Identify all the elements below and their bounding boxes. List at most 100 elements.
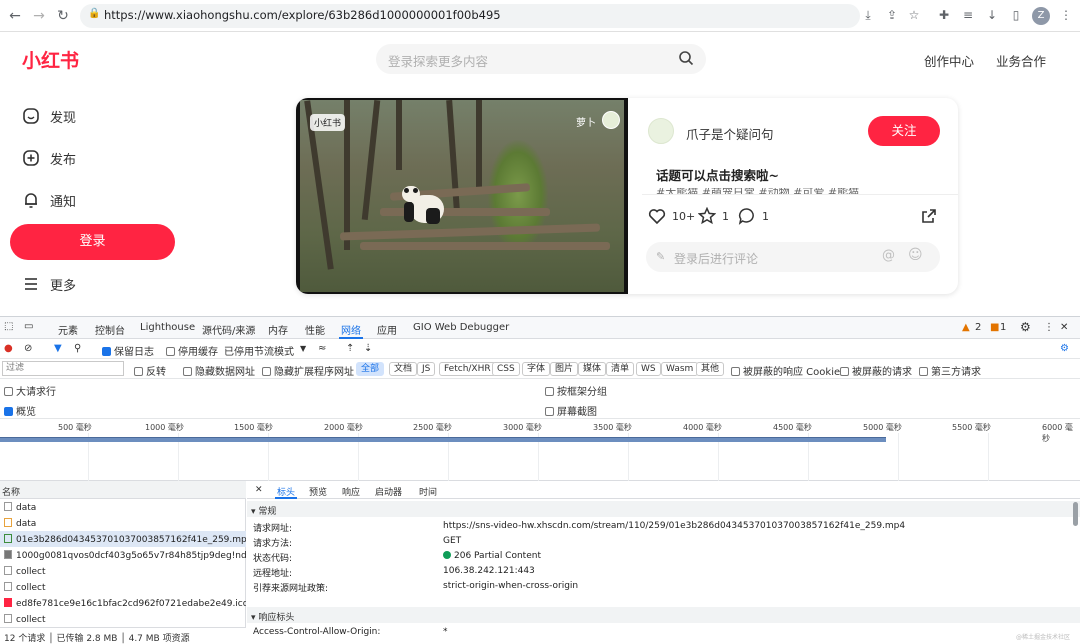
third-party-checkbox[interactable]: 第三方请求 bbox=[919, 363, 981, 378]
type-filter-font[interactable]: 字体 bbox=[522, 362, 551, 376]
search-icon[interactable]: ⚲ bbox=[74, 343, 81, 354]
comment-icon[interactable] bbox=[738, 207, 756, 225]
type-filter-ws[interactable]: WS bbox=[636, 362, 661, 376]
response-headers-section-header[interactable]: ▾ 响应标头 bbox=[247, 607, 1080, 623]
preserve-log-checkbox[interactable]: 保留日志 bbox=[102, 343, 154, 358]
blocked-requests-checkbox[interactable]: 被屏蔽的请求 bbox=[840, 363, 912, 378]
close-detail-icon[interactable]: ✕ bbox=[255, 485, 263, 495]
tab-lighthouse[interactable]: Lighthouse bbox=[140, 322, 195, 333]
tab-network[interactable]: 网络 bbox=[341, 322, 361, 337]
sidebar-item-publish[interactable]: 发布 bbox=[22, 146, 162, 170]
emoji-icon[interactable]: ☺ bbox=[908, 247, 923, 263]
sidebar-item-more[interactable]: 更多 bbox=[22, 272, 162, 296]
extensions-icon[interactable]: ✚ bbox=[936, 7, 952, 23]
download-icon[interactable]: ⇣ bbox=[364, 343, 372, 354]
more-options-icon[interactable]: ⋮ bbox=[1044, 322, 1054, 333]
menu-icon[interactable]: ⋮ bbox=[1058, 7, 1074, 23]
record-icon[interactable]: ● bbox=[4, 343, 13, 354]
screenshots-checkbox[interactable]: 屏幕截图 bbox=[545, 403, 597, 418]
request-row[interactable]: collect bbox=[0, 579, 246, 595]
tab-performance[interactable]: 性能 bbox=[305, 322, 325, 337]
hide-extension-urls-checkbox[interactable]: 隐藏扩展程序网址 bbox=[262, 363, 354, 378]
settings-gear-icon[interactable]: ⚙ bbox=[1020, 320, 1031, 334]
invert-checkbox[interactable]: 反转 bbox=[134, 363, 166, 378]
search-input[interactable]: 登录探索更多内容 bbox=[376, 44, 706, 74]
type-filter-media[interactable]: 媒体 bbox=[578, 362, 607, 376]
share-icon[interactable] bbox=[920, 207, 938, 225]
issue-icon[interactable]: ■ bbox=[990, 322, 999, 333]
reload-icon[interactable]: ↻ bbox=[54, 7, 72, 25]
group-by-frame-checkbox[interactable]: 按框架分组 bbox=[545, 383, 607, 398]
inspect-icon[interactable]: ⬚ bbox=[4, 321, 13, 332]
address-bar[interactable]: 🔒 https://www.xiaohongshu.com/explore/63… bbox=[80, 4, 860, 28]
business-link[interactable]: 业务合作 bbox=[996, 51, 1046, 70]
type-filter-css[interactable]: CSS bbox=[492, 362, 520, 376]
creator-center-link[interactable]: 创作中心 bbox=[924, 51, 974, 70]
tab-initiator[interactable]: 启动器 bbox=[375, 485, 402, 498]
wifi-icon[interactable]: ≈ bbox=[318, 343, 326, 354]
type-filter-js[interactable]: JS bbox=[417, 362, 436, 376]
follow-button[interactable]: 关注 bbox=[868, 116, 940, 146]
request-row[interactable]: collect bbox=[0, 563, 246, 579]
filter-input[interactable]: 过滤 bbox=[2, 361, 124, 376]
type-filter-other[interactable]: 其他 bbox=[696, 362, 725, 376]
request-row[interactable]: data bbox=[0, 515, 246, 531]
like-icon[interactable] bbox=[648, 207, 666, 225]
site-logo[interactable]: 小红书 bbox=[22, 46, 79, 73]
type-filter-img[interactable]: 图片 bbox=[550, 362, 579, 376]
tab-timing[interactable]: 时间 bbox=[419, 485, 437, 498]
type-filter-wasm[interactable]: Wasm bbox=[661, 362, 699, 376]
login-button[interactable]: 登录 bbox=[10, 224, 175, 260]
media-icon[interactable]: ≡ bbox=[960, 7, 976, 23]
bookmark-star-icon[interactable]: ☆ bbox=[906, 7, 922, 23]
warning-icon[interactable]: ▲ bbox=[962, 322, 970, 333]
network-settings-icon[interactable]: ⚙ bbox=[1060, 343, 1069, 354]
detail-scrollbar[interactable] bbox=[1073, 502, 1078, 526]
tab-preview[interactable]: 预览 bbox=[309, 485, 327, 498]
download-page-icon[interactable]: ⤓ bbox=[860, 7, 876, 23]
big-rows-checkbox[interactable]: 大请求行 bbox=[4, 383, 56, 398]
tab-sources[interactable]: 源代码/来源 bbox=[202, 322, 255, 337]
tab-application[interactable]: 应用 bbox=[377, 322, 397, 337]
request-row-selected[interactable]: 01e3b286d043453701037003857162f41e_259.m… bbox=[0, 531, 246, 547]
back-icon[interactable]: ← bbox=[6, 7, 24, 25]
general-section-header[interactable]: ▾ 常规 bbox=[247, 501, 1080, 517]
throttle-select[interactable]: 已停用节流模式 bbox=[224, 343, 294, 358]
profile-avatar[interactable]: Z bbox=[1032, 7, 1050, 25]
tab-gio-debugger[interactable]: GIO Web Debugger bbox=[413, 322, 509, 333]
type-filter-manifest[interactable]: 清单 bbox=[606, 362, 635, 376]
author-avatar[interactable] bbox=[648, 118, 674, 144]
type-filter-fetch[interactable]: Fetch/XHR bbox=[439, 362, 496, 376]
sidebar-item-notifications[interactable]: 通知 bbox=[22, 188, 162, 212]
tab-console[interactable]: 控制台 bbox=[95, 322, 125, 337]
collect-star-icon[interactable] bbox=[698, 207, 716, 225]
tab-response[interactable]: 响应 bbox=[342, 485, 360, 498]
close-devtools-icon[interactable]: ✕ bbox=[1060, 322, 1068, 333]
blocked-cookies-checkbox[interactable]: 被屏蔽的响应 Cookie bbox=[731, 363, 840, 378]
search-icon[interactable] bbox=[678, 50, 694, 66]
overview-checkbox[interactable]: 概览 bbox=[4, 403, 36, 418]
chevron-down-icon[interactable]: ▼ bbox=[300, 344, 306, 353]
hide-data-urls-checkbox[interactable]: 隐藏数据网址 bbox=[183, 363, 255, 378]
video-player[interactable]: 小红书 萝卜 bbox=[296, 98, 628, 294]
tab-memory[interactable]: 内存 bbox=[268, 322, 288, 337]
filter-funnel-icon[interactable]: ▼ bbox=[54, 343, 62, 354]
request-row[interactable]: data bbox=[0, 499, 246, 515]
clear-icon[interactable]: ⊘ bbox=[24, 343, 32, 354]
type-filter-doc[interactable]: 文档 bbox=[389, 362, 418, 376]
upload-icon[interactable]: ⇡ bbox=[346, 343, 354, 354]
sidebar-item-discover[interactable]: 发现 bbox=[22, 104, 162, 128]
forward-icon[interactable]: → bbox=[30, 7, 48, 25]
request-row[interactable]: collect bbox=[0, 611, 246, 627]
comment-input[interactable]: ✎ 登录后进行评论 @ ☺ bbox=[646, 242, 940, 272]
at-icon[interactable]: @ bbox=[882, 248, 895, 263]
author-name[interactable]: 爪子是个疑问句 bbox=[686, 124, 774, 143]
name-column-header[interactable]: 名称 bbox=[0, 481, 246, 499]
network-timeline[interactable]: 500 毫秒 1000 毫秒 1500 毫秒 2000 毫秒 2500 毫秒 3… bbox=[0, 419, 1080, 481]
disable-cache-checkbox[interactable]: 停用缓存 bbox=[166, 343, 218, 358]
sidebar-icon[interactable]: ▯ bbox=[1008, 7, 1024, 23]
device-toolbar-icon[interactable]: ▭ bbox=[24, 321, 33, 332]
tab-elements[interactable]: 元素 bbox=[58, 322, 78, 337]
type-filter-all[interactable]: 全部 bbox=[356, 362, 385, 376]
downloads-icon[interactable]: ↓ bbox=[984, 7, 1000, 23]
